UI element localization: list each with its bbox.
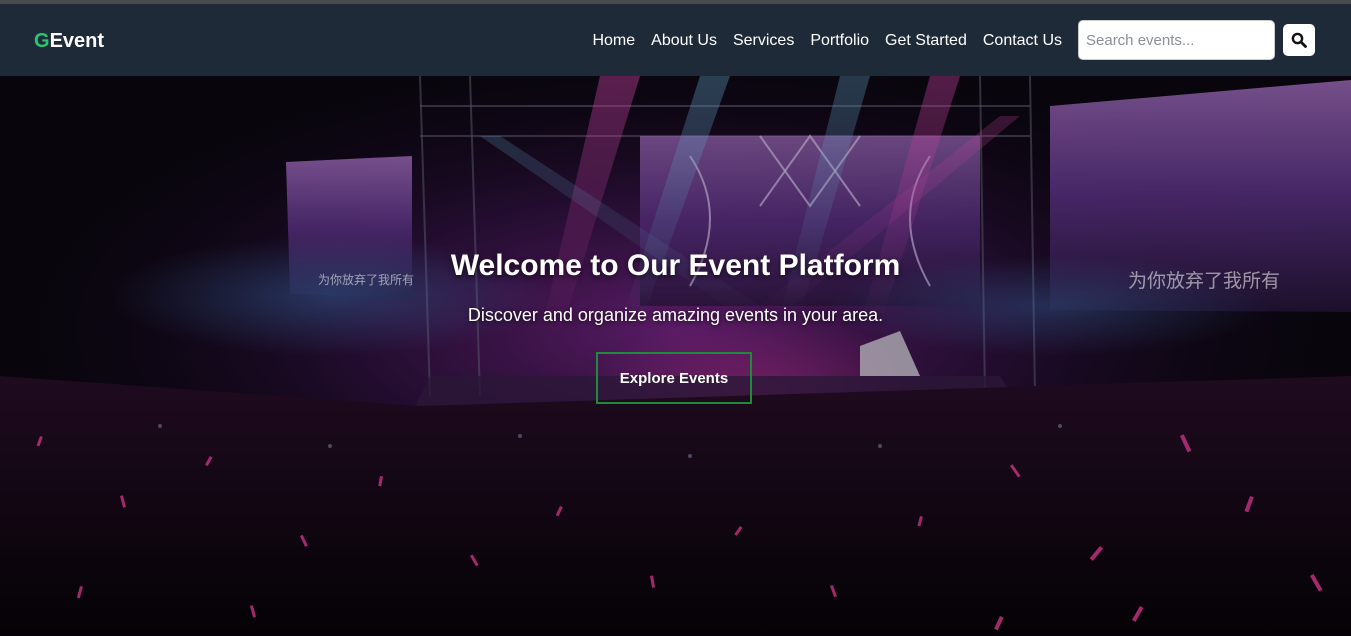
brand-logo-text: Event [49,30,105,52]
hero-subtitle: Discover and organize amazing events in … [467,305,884,325]
search-button[interactable] [1283,24,1315,56]
explore-events-button[interactable]: Explore Events [596,352,752,404]
nav-link-about-us[interactable]: About Us [651,30,717,52]
nav-link-get-started[interactable]: Get Started [885,30,967,52]
main-nav: Home About Us Services Portfolio Get Sta… [592,30,1062,52]
nav-link-contact-us[interactable]: Contact Us [983,30,1062,52]
hero-title: Welcome to Our Event Platform [450,249,901,282]
search-input[interactable] [1078,20,1275,60]
navbar: GEvent Home About Us Services Portfolio … [0,4,1351,76]
brand-logo-accent: G [34,30,50,52]
brand-logo[interactable]: GEvent [34,30,104,52]
nav-link-services[interactable]: Services [733,30,794,52]
search-icon [1291,32,1307,48]
hero-section: 为你放弃了我所有 为你放弃了我所有 Welcome to Our Event P… [0,76,1351,636]
nav-link-portfolio[interactable]: Portfolio [810,30,869,52]
nav-link-home[interactable]: Home [592,30,635,52]
